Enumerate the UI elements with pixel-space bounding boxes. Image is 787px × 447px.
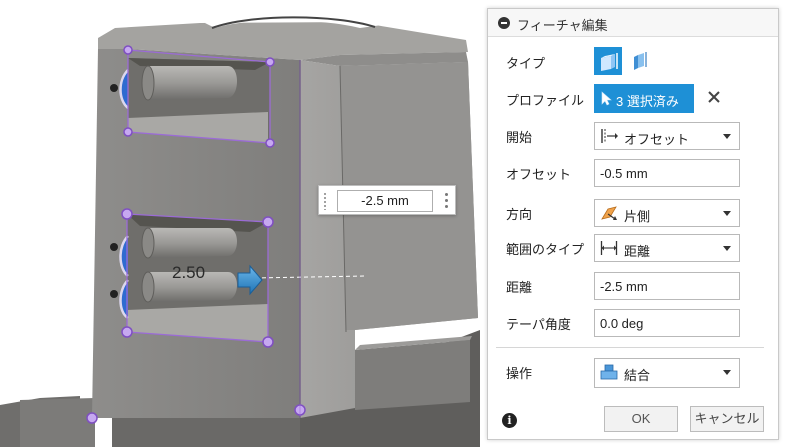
- row-distance: 距離 -2.5 mm: [488, 268, 778, 302]
- edit-feature-panel: フィーチャ編集 タイプ プロファイル 3 選択済み 開始 オフセット オフセット…: [487, 8, 779, 440]
- profile-select-button[interactable]: 3 選択済み: [594, 84, 694, 113]
- row-operation: 操作 結合: [488, 354, 778, 388]
- row-direction: 方向 片側: [488, 195, 778, 229]
- ok-button[interactable]: OK: [604, 406, 678, 432]
- operation-value: 結合: [624, 368, 651, 383]
- row-start: 開始 オフセット: [488, 118, 778, 152]
- distance-manipulator[interactable]: -2.5 mm: [318, 185, 456, 215]
- direction-dropdown[interactable]: 片側: [594, 199, 740, 227]
- taper-angle-input[interactable]: 0.0 deg: [594, 309, 740, 337]
- panel-title: フィーチャ編集: [517, 18, 608, 33]
- distance-icon: [600, 241, 618, 255]
- chevron-down-icon: [723, 134, 731, 139]
- upper-pocket: [119, 49, 271, 144]
- operation-label: 操作: [506, 366, 533, 381]
- distance-input[interactable]: -2.5 mm: [594, 272, 740, 300]
- solid-extrude-icon[interactable]: [594, 47, 622, 75]
- operation-dropdown[interactable]: 結合: [594, 358, 740, 388]
- direction-value: 片側: [624, 209, 651, 224]
- clear-selection-icon[interactable]: [706, 89, 722, 105]
- start-value: オフセット: [624, 132, 690, 147]
- cursor-icon: [601, 91, 612, 106]
- thin-extrude-icon[interactable]: [626, 47, 654, 75]
- chevron-down-icon: [723, 211, 731, 216]
- divider: [496, 347, 764, 348]
- taper-angle-label: テーパ角度: [506, 317, 571, 332]
- start-label: 開始: [506, 130, 533, 145]
- type-label: タイプ: [506, 56, 546, 71]
- row-extent-type: 範囲のタイプ 距離: [488, 230, 778, 264]
- direction-label: 方向: [506, 207, 533, 222]
- chevron-down-icon: [723, 370, 731, 375]
- start-dropdown[interactable]: オフセット: [594, 122, 740, 150]
- cancel-button[interactable]: キャンセル: [690, 406, 764, 432]
- row-offset: オフセット -0.5 mm: [488, 155, 778, 189]
- join-icon: [600, 364, 618, 380]
- profile-label: プロファイル: [506, 93, 585, 108]
- panel-footer: i OK キャンセル: [488, 403, 778, 439]
- row-profile: プロファイル 3 選択済み: [488, 81, 778, 115]
- drag-handle[interactable]: [323, 192, 327, 210]
- one-side-icon: [601, 206, 617, 220]
- chevron-down-icon: [723, 246, 731, 251]
- row-taper-angle: テーパ角度 0.0 deg: [488, 305, 778, 339]
- distance-label: 距離: [506, 280, 533, 295]
- extent-type-value: 距離: [624, 244, 651, 259]
- offset-label: オフセット: [506, 167, 572, 182]
- distance-float-input[interactable]: -2.5 mm: [337, 190, 433, 212]
- row-type: タイプ: [488, 44, 778, 78]
- offset-start-icon: [601, 129, 618, 143]
- panel-header: フィーチャ編集: [488, 9, 778, 37]
- info-icon[interactable]: i: [502, 413, 517, 428]
- more-options-icon[interactable]: [445, 193, 449, 209]
- offset-input[interactable]: -0.5 mm: [594, 159, 740, 187]
- extent-type-label: 範囲のタイプ: [506, 242, 585, 257]
- dimension-label: 2.50: [172, 263, 206, 282]
- profile-selection-text: 3 選択済み: [616, 94, 679, 109]
- collapse-icon[interactable]: [498, 17, 510, 29]
- extent-type-dropdown[interactable]: 距離: [594, 234, 740, 262]
